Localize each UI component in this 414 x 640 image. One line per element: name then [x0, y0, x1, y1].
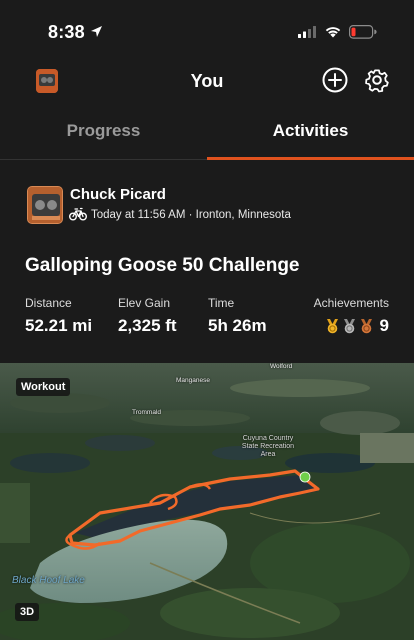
- place-label-manganese: Manganese: [176, 377, 210, 384]
- tab-activities[interactable]: Activities: [207, 106, 414, 160]
- active-tab-indicator: [207, 157, 414, 160]
- stat-elev-gain: Elev Gain 2,325 ft: [118, 296, 177, 336]
- athlete-name[interactable]: Chuck Picard: [70, 186, 166, 203]
- route-map[interactable]: Workout Wolford Manganese Trommald Cuyun…: [0, 363, 414, 640]
- athlete-avatar[interactable]: [27, 186, 63, 224]
- lake-label: Black Hoof Lake: [12, 575, 85, 586]
- satellite-map: [0, 363, 414, 640]
- status-bar: 8:38: [0, 0, 414, 56]
- activity-title[interactable]: Galloping Goose 50 Challenge: [25, 255, 300, 277]
- tab-bar: Progress Activities: [0, 106, 414, 160]
- tab-progress[interactable]: Progress: [0, 106, 207, 160]
- status-time: 8:38: [48, 22, 85, 42]
- stat-label: Achievements: [313, 296, 389, 310]
- place-label-recreation-area: Cuyuna Country State Recreation Area: [241, 435, 295, 458]
- location-arrow-icon: [91, 26, 102, 37]
- stat-value: 52.21 mi: [25, 316, 93, 335]
- add-icon[interactable]: [322, 67, 348, 93]
- stat-value: 2,325 ft: [118, 316, 177, 335]
- achievements-row: 9: [314, 316, 389, 336]
- achievements-count: 9: [379, 316, 389, 335]
- activity-card[interactable]: Chuck Picard Today at 11:56 AM · Ironton…: [0, 161, 414, 363]
- stat-label: Elev Gain: [118, 296, 171, 310]
- place-label-trommald: Trommald: [132, 409, 162, 416]
- battery-icon: [349, 25, 377, 39]
- header: You: [0, 60, 414, 102]
- page-title: You: [190, 71, 224, 91]
- stat-label: Distance: [25, 296, 72, 310]
- stat-value: 5h 26m: [208, 316, 267, 335]
- stat-achievements: Achievements 9: [314, 296, 389, 336]
- stat-label: Time: [208, 296, 235, 310]
- signal-icon: [298, 26, 316, 38]
- gear-icon[interactable]: [363, 66, 391, 94]
- silver-medal-icon: [343, 319, 355, 334]
- wifi-icon: [325, 27, 341, 38]
- start-marker: [299, 471, 311, 483]
- stat-time: Time 5h 26m: [208, 296, 267, 336]
- gold-medal-icon: [326, 319, 338, 334]
- 3d-toggle-button[interactable]: 3D: [15, 603, 40, 621]
- bike-icon: [69, 207, 87, 221]
- workout-chip[interactable]: Workout: [16, 378, 71, 396]
- activity-meta: Today at 11:56 AM · Ironton, Minnesota: [91, 209, 291, 221]
- bronze-medal-icon: [360, 319, 372, 334]
- stat-distance: Distance 52.21 mi: [25, 296, 92, 336]
- place-label-wolford: Wolford: [270, 363, 293, 370]
